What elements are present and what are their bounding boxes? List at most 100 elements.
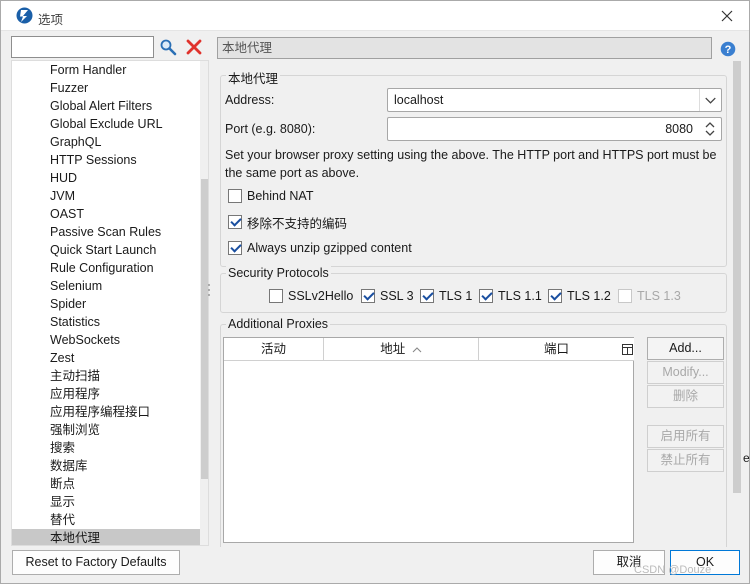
protocol-checkbox[interactable]: SSLv2Hello bbox=[269, 288, 353, 304]
options-search-input[interactable] bbox=[11, 36, 154, 58]
column-header-active[interactable]: 活动 bbox=[224, 338, 324, 361]
protocol-label: TLS 1.1 bbox=[498, 289, 542, 303]
column-header-port[interactable]: 端口 bbox=[479, 338, 634, 361]
tree-item[interactable]: WebSockets bbox=[12, 331, 200, 349]
disable-all-button[interactable]: 禁止所有 bbox=[647, 449, 724, 472]
panel-scrollbar-thumb[interactable] bbox=[733, 61, 741, 493]
proxy-info-line-2: the same port as above. bbox=[225, 166, 360, 180]
tree-scrollbar-thumb[interactable] bbox=[201, 179, 208, 479]
tree-item[interactable]: Global Alert Filters bbox=[12, 97, 200, 115]
tree-item[interactable]: Statistics bbox=[12, 313, 200, 331]
protocol-checkbox[interactable]: TLS 1 bbox=[420, 288, 472, 304]
tree-item[interactable]: Selenium bbox=[12, 277, 200, 295]
tree-item[interactable]: Fuzzer bbox=[12, 79, 200, 97]
tree-item[interactable]: Zest bbox=[12, 349, 200, 367]
clear-search-icon[interactable] bbox=[186, 39, 202, 55]
additional-proxies-label: Additional Proxies bbox=[226, 317, 331, 331]
address-value: localhost bbox=[394, 93, 444, 107]
panel-title: 本地代理 bbox=[217, 37, 712, 59]
protocol-label: SSL 3 bbox=[380, 289, 414, 303]
protocol-checkbox-box[interactable] bbox=[420, 289, 434, 303]
protocol-checkbox-box[interactable] bbox=[618, 289, 632, 303]
behind-nat-label: Behind NAT bbox=[247, 189, 314, 203]
tree-item[interactable]: 替代 bbox=[12, 511, 200, 529]
protocol-checkbox-box[interactable] bbox=[548, 289, 562, 303]
tree-item[interactable]: Form Handler bbox=[12, 61, 200, 79]
modify-proxy-button[interactable]: Modify... bbox=[647, 361, 724, 384]
tree-item[interactable]: 主动扫描 bbox=[12, 367, 200, 385]
protocol-label: TLS 1.2 bbox=[567, 289, 611, 303]
unzip-box[interactable] bbox=[228, 241, 242, 255]
zap-app-icon bbox=[16, 7, 33, 24]
protocol-checkbox-box[interactable] bbox=[361, 289, 375, 303]
protocol-checkbox-box[interactable] bbox=[269, 289, 283, 303]
column-header-address[interactable]: 地址 bbox=[324, 338, 479, 361]
window-title: 选项 bbox=[38, 13, 64, 27]
unzip-checkbox[interactable]: Always unzip gzipped content bbox=[228, 240, 412, 256]
reset-defaults-button[interactable]: Reset to Factory Defaults bbox=[12, 550, 180, 575]
tree-scrollbar[interactable] bbox=[200, 61, 208, 545]
protocol-checkbox[interactable]: SSL 3 bbox=[361, 288, 414, 304]
tree-item[interactable]: 搜索 bbox=[12, 439, 200, 457]
tree-item[interactable]: OAST bbox=[12, 205, 200, 223]
protocol-label: TLS 1 bbox=[439, 289, 473, 303]
tree-item[interactable]: 应用程序编程接口 bbox=[12, 403, 200, 421]
options-tree: Form Handler Fuzzer Global Alert Filters Gl… bbox=[11, 60, 209, 546]
security-protocols-group: Security Protocols SSLv2Hello SSL 3 TLS 1 T… bbox=[220, 266, 727, 313]
add-proxy-button[interactable]: Add... bbox=[647, 337, 724, 360]
options-dialog: 选项 Form Handler Fuzzer Global Alert Filter… bbox=[0, 0, 750, 584]
options-sidebar: Form Handler Fuzzer Global Alert Filters Gl… bbox=[11, 36, 209, 548]
proxy-info-line-1: Set your browser proxy setting using the… bbox=[225, 148, 717, 162]
panel-scrollbar[interactable] bbox=[731, 61, 743, 547]
remove-encodings-label: 移除不支持的编码 bbox=[247, 216, 348, 231]
tree-item[interactable]: 断点 bbox=[12, 475, 200, 493]
address-label: Address: bbox=[225, 93, 275, 107]
unzip-label: Always unzip gzipped content bbox=[247, 241, 412, 255]
tree-item[interactable]: Spider bbox=[12, 295, 200, 313]
tree-item[interactable]: 显示 bbox=[12, 493, 200, 511]
tree-item[interactable]: Rule Configuration bbox=[12, 259, 200, 277]
tree-item[interactable]: 应用程序 bbox=[12, 385, 200, 403]
protocol-label: SSLv2Hello bbox=[288, 289, 354, 303]
local-proxy-group: 本地代理 Address: localhost Port (e.g. 8080)… bbox=[220, 68, 727, 267]
protocol-checkbox-box[interactable] bbox=[479, 289, 493, 303]
column-chooser-icon[interactable] bbox=[622, 344, 633, 355]
behind-nat-checkbox[interactable]: Behind NAT bbox=[228, 188, 313, 204]
chevron-down-icon[interactable] bbox=[699, 89, 721, 111]
port-spinner[interactable]: 8080 bbox=[387, 117, 722, 141]
tree-item[interactable]: HUD bbox=[12, 169, 200, 187]
tree-item[interactable]: Global Exclude URL bbox=[12, 115, 200, 133]
tree-item[interactable]: 本地代理 bbox=[12, 529, 200, 545]
watermark: CSDN @Douze bbox=[634, 564, 712, 576]
tree-item[interactable]: 强制浏览 bbox=[12, 421, 200, 439]
tree-item[interactable]: GraphQL bbox=[12, 133, 200, 151]
spinner-arrows-icon[interactable] bbox=[699, 118, 721, 140]
port-value: 8080 bbox=[665, 122, 693, 136]
search-icon[interactable] bbox=[159, 38, 177, 56]
title-bar: 选项 bbox=[1, 1, 749, 31]
tree-item[interactable]: JVM bbox=[12, 187, 200, 205]
protocol-checkbox[interactable]: TLS 1.2 bbox=[548, 288, 611, 304]
enable-all-button[interactable]: 启用所有 bbox=[647, 425, 724, 448]
help-icon[interactable]: ? bbox=[720, 41, 736, 57]
tree-item[interactable]: Quick Start Launch bbox=[12, 241, 200, 259]
protocol-checkbox[interactable]: TLS 1.1 bbox=[479, 288, 542, 304]
svg-text:?: ? bbox=[725, 44, 732, 56]
remove-proxy-button[interactable]: 删除 bbox=[647, 385, 724, 408]
splitter-handle[interactable] bbox=[207, 283, 211, 297]
protocol-checkbox[interactable]: TLS 1.3 bbox=[618, 288, 681, 304]
sort-asc-icon bbox=[412, 346, 422, 353]
column-header-address-label: 地址 bbox=[380, 342, 406, 356]
address-combo[interactable]: localhost bbox=[387, 88, 722, 112]
tree-item[interactable]: 数据库 bbox=[12, 457, 200, 475]
tree-item[interactable]: Passive Scan Rules bbox=[12, 223, 200, 241]
tree-item[interactable]: HTTP Sessions bbox=[12, 151, 200, 169]
close-icon[interactable] bbox=[717, 6, 737, 26]
local-proxy-panel: 本地代理 Address: localhost Port (e.g. 8080)… bbox=[213, 61, 735, 547]
remove-encodings-box[interactable] bbox=[228, 215, 242, 229]
protocol-label: TLS 1.3 bbox=[637, 289, 681, 303]
behind-nat-box[interactable] bbox=[228, 189, 242, 203]
remove-encodings-checkbox[interactable]: 移除不支持的编码 bbox=[228, 214, 348, 231]
proxies-table[interactable]: 活动 地址 端口 bbox=[223, 337, 634, 543]
security-protocols-label: Security Protocols bbox=[226, 266, 331, 280]
